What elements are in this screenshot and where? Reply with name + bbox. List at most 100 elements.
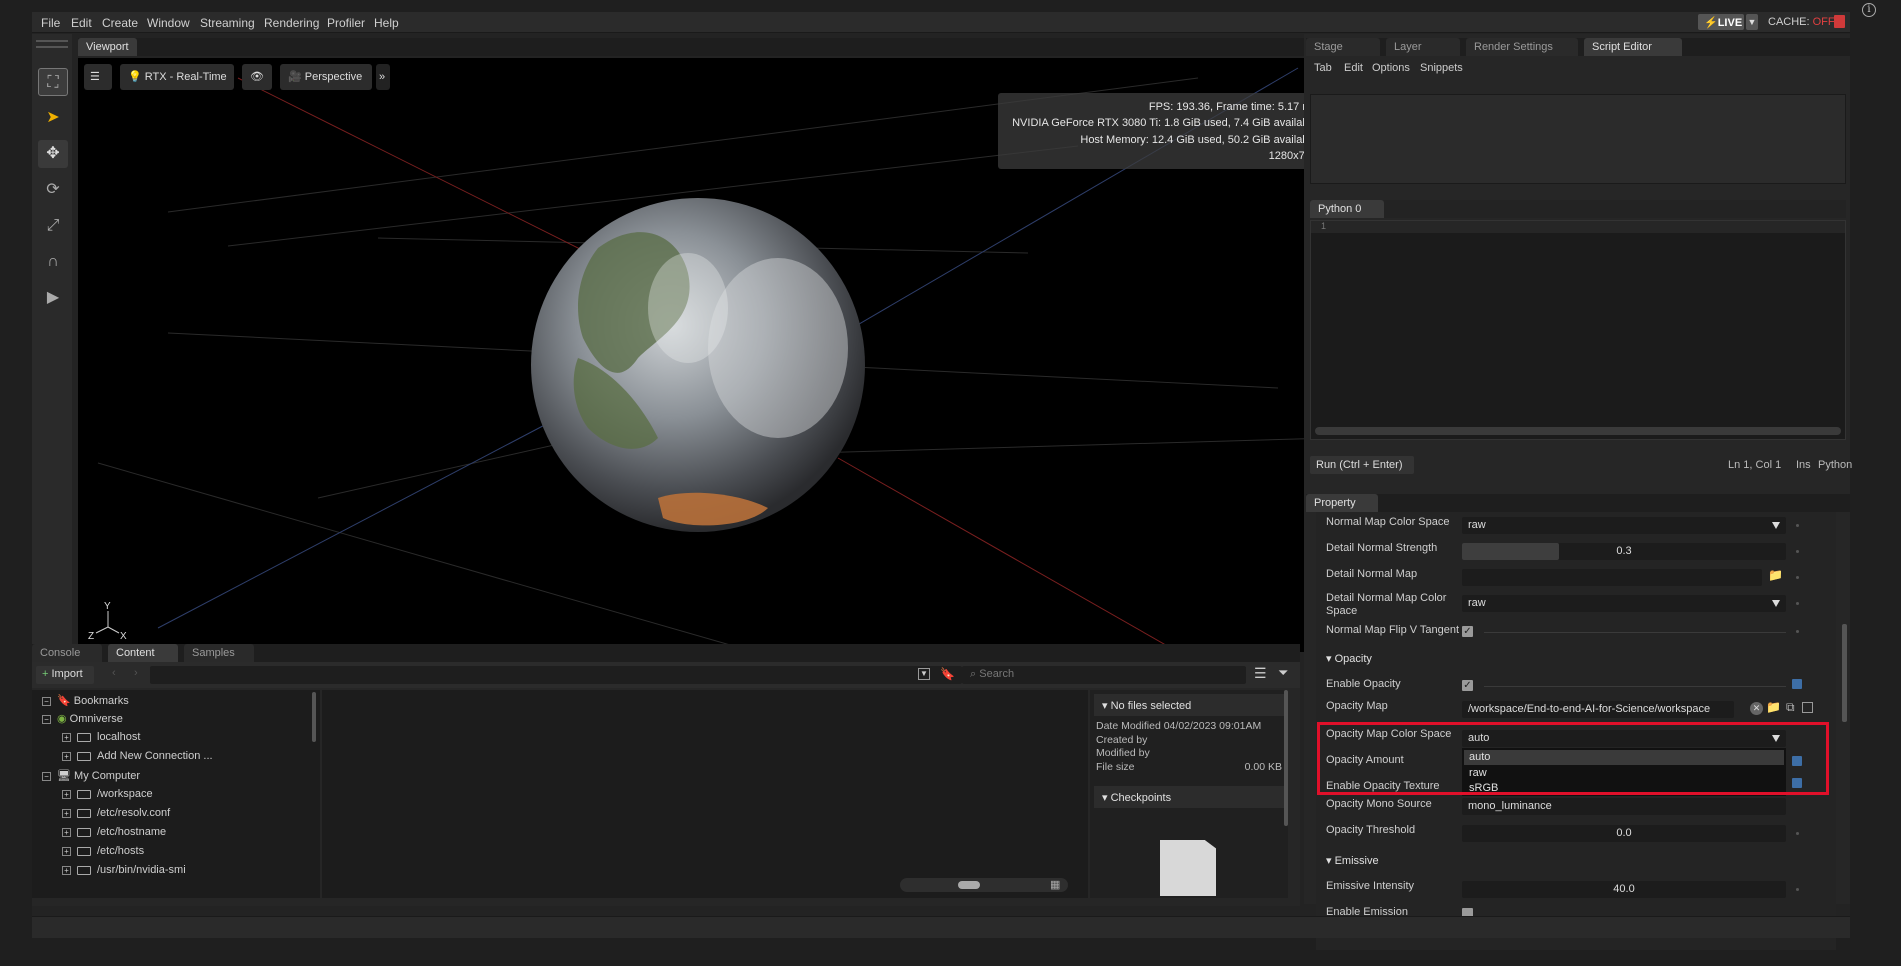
rotate-icon[interactable]: ⟳ <box>38 176 68 204</box>
menu-streaming[interactable]: Streaming <box>200 16 255 30</box>
run-button[interactable]: Run (Ctrl + Enter) <box>1310 456 1414 474</box>
tab-script-editor[interactable]: Script Editor <box>1584 38 1682 56</box>
tab-samples[interactable]: Samples <box>184 644 254 662</box>
detail-strength-slider[interactable]: 0.3 <box>1462 543 1786 560</box>
menu-window[interactable]: Window <box>147 16 190 30</box>
code-editor[interactable]: 1 <box>1310 220 1846 440</box>
override-indicator[interactable] <box>1792 679 1802 689</box>
tree-workspace[interactable]: +/workspace <box>62 788 153 800</box>
path-dropdown-icon[interactable]: ▼ <box>918 668 930 680</box>
script-menu-snippets[interactable]: Snippets <box>1420 62 1463 74</box>
snap-icon[interactable]: ∩ <box>38 248 68 276</box>
menu-help[interactable]: Help <box>374 16 399 30</box>
opacity-map-field[interactable]: /workspace/End-to-end-AI-for-Science/wor… <box>1462 701 1734 718</box>
filter-icon[interactable]: ⏷ <box>1278 665 1288 681</box>
bookmark-folder-icon: 🔖 <box>57 695 71 707</box>
mono-source-dropdown[interactable]: mono_luminance <box>1462 798 1786 815</box>
cache-icon[interactable] <box>1834 15 1845 28</box>
tab-layer[interactable]: Layer <box>1386 38 1460 56</box>
content-toolbar: + Import ‹ › ▼ 🔖 ⌕ Search ☰ ⏷ <box>32 662 1300 688</box>
search-input[interactable]: ⌕ Search <box>962 666 1246 684</box>
opacity-map-label: Opacity Map <box>1326 700 1388 712</box>
eye-icon[interactable]: 👁 <box>242 64 272 90</box>
property-scrollbar[interactable] <box>1842 624 1847 722</box>
cursor-position: Ln 1, Col 1 <box>1728 459 1782 471</box>
select-mode-icon[interactable]: ⛶ <box>38 68 68 96</box>
computer-icon: 🖥 <box>57 770 71 782</box>
menu-profiler[interactable]: Profiler <box>327 16 365 30</box>
tab-render-settings[interactable]: Render Settings <box>1466 38 1578 56</box>
flip-checkbox[interactable]: ✓ <box>1462 626 1473 637</box>
tree-omniverse[interactable]: − ◉ Omniverse <box>42 712 123 725</box>
tree-my-computer[interactable]: − 🖥 My Computer <box>42 769 140 782</box>
forward-icon[interactable]: › <box>134 667 138 679</box>
tree-add-connection[interactable]: + Add New Connection ... <box>62 750 213 762</box>
enable-opacity-label: Enable Opacity <box>1326 678 1401 690</box>
tree-localhost[interactable]: + localhost <box>62 731 140 743</box>
detail-cs-dropdown[interactable]: raw <box>1462 595 1786 612</box>
checkpoints-header[interactable]: ▾ Checkpoints <box>1094 786 1284 808</box>
grid-view-icon[interactable]: ▦ <box>1050 878 1060 891</box>
script-menu-options[interactable]: Options <box>1372 62 1410 74</box>
back-icon[interactable]: ‹ <box>112 667 116 679</box>
tab-stage[interactable]: Stage <box>1306 38 1380 56</box>
checkbox-square-icon[interactable] <box>1802 702 1813 713</box>
tree-scrollbar[interactable] <box>312 692 316 742</box>
select-arrow-icon[interactable]: ➤ <box>38 104 68 132</box>
tree-nvidia-smi[interactable]: +/usr/bin/nvidia-smi <box>62 864 186 876</box>
tab-property[interactable]: Property <box>1306 494 1378 512</box>
opacity-section[interactable]: ▾ Opacity <box>1320 648 1832 668</box>
script-menu-edit[interactable]: Edit <box>1344 62 1363 74</box>
folder-icon[interactable]: 📁 <box>1766 700 1781 714</box>
tree-hosts[interactable]: +/etc/hosts <box>62 845 144 857</box>
live-button[interactable]: ⚡LIVE <box>1698 14 1744 30</box>
content-tabbar: Console Content Samples <box>32 644 1300 662</box>
emissive-intensity-field[interactable]: 40.0 <box>1462 881 1786 898</box>
tree-hostname[interactable]: +/etc/hostname <box>62 826 166 838</box>
tree-resolv[interactable]: +/etc/resolv.conf <box>62 807 170 819</box>
threshold-slider[interactable]: 0.0 <box>1462 825 1786 842</box>
move-icon[interactable]: ✥ <box>38 140 68 168</box>
details-scrollbar[interactable] <box>1284 690 1288 826</box>
drive-icon <box>77 827 91 837</box>
render-mode-button[interactable]: 💡 RTX - Real-Time <box>120 64 234 90</box>
tab-console[interactable]: Console <box>32 644 102 662</box>
camera-button[interactable]: 🎥 Perspective <box>280 64 372 90</box>
open-external-icon[interactable]: ⧉ <box>1786 700 1795 715</box>
editor-scrollbar[interactable] <box>1315 427 1841 435</box>
search-icon: ⌕ <box>970 668 977 680</box>
emissive-section[interactable]: ▾ Emissive <box>1320 850 1832 870</box>
list-view-icon[interactable]: ☰ <box>1254 665 1267 682</box>
expand-chevron-icon[interactable]: » <box>376 64 390 90</box>
clear-icon[interactable]: ✕ <box>1750 702 1763 715</box>
cache-status[interactable]: CACHE: OFF <box>1768 16 1835 28</box>
viewport[interactable]: ☰ 💡 RTX - Real-Time 👁 🎥 Perspective » FP… <box>78 58 1332 652</box>
tree-bookmarks[interactable]: − 🔖 Bookmarks <box>42 694 129 707</box>
normal-map-cs-dropdown[interactable]: raw <box>1462 517 1786 534</box>
import-button[interactable]: + Import <box>36 666 94 684</box>
path-field[interactable] <box>150 666 962 684</box>
bookmark-icon[interactable]: 🔖 <box>940 667 955 681</box>
slider-handle[interactable] <box>958 881 980 889</box>
detail-map-field[interactable] <box>1462 569 1762 586</box>
play-icon[interactable]: ▶ <box>38 284 68 312</box>
tab-python-0[interactable]: Python 0 <box>1310 200 1384 218</box>
thumbnail-size-slider[interactable] <box>900 878 1068 892</box>
divider <box>1484 632 1786 633</box>
menu-edit[interactable]: Edit <box>71 16 92 30</box>
scale-icon[interactable]: ⤢ <box>38 212 68 240</box>
settings-sliders-icon[interactable]: ☰ <box>84 64 112 90</box>
info-icon[interactable]: i <box>1862 3 1876 17</box>
tab-content[interactable]: Content <box>108 644 178 662</box>
menu-create[interactable]: Create <box>102 16 138 30</box>
folder-icon[interactable]: 📁 <box>1768 568 1783 582</box>
menu-file[interactable]: File <box>41 16 60 30</box>
tab-viewport[interactable]: Viewport <box>78 38 137 56</box>
content-panel: Console Content Samples + Import ‹ › ▼ 🔖… <box>32 644 1300 906</box>
right-panel: Stage Layer Render Settings Script Edito… <box>1304 34 1852 950</box>
menu-rendering[interactable]: Rendering <box>264 16 319 30</box>
live-dropdown[interactable]: ▼ <box>1746 14 1758 30</box>
file-grid[interactable]: ▦ <box>322 690 1088 898</box>
script-menu-tab[interactable]: Tab <box>1314 62 1332 74</box>
enable-opacity-checkbox[interactable]: ✓ <box>1462 680 1473 691</box>
